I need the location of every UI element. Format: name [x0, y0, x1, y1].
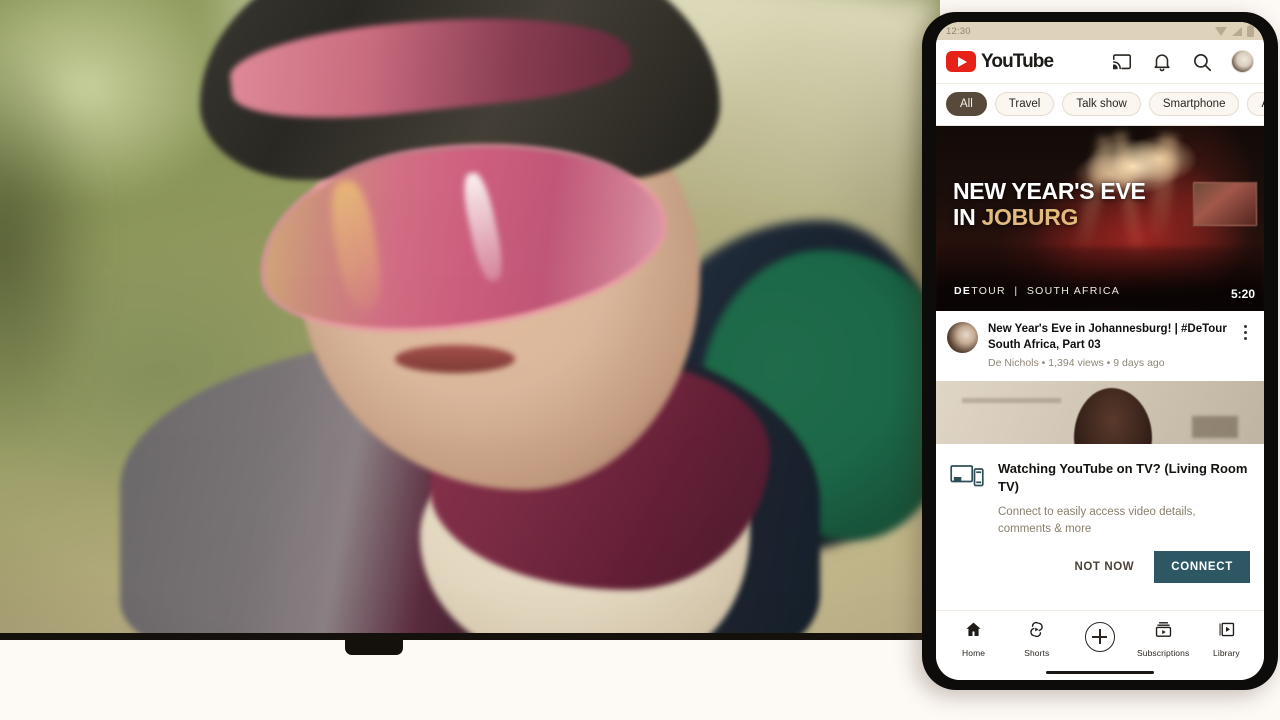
television — [0, 0, 940, 640]
brand-region: SOUTH AFRICA — [1026, 285, 1121, 297]
kebab-menu-icon[interactable] — [1237, 322, 1253, 369]
tv-vignette — [0, 0, 940, 633]
youtube-play-icon — [946, 51, 976, 72]
thumbnail-brand-line: DETOUR | SOUTH AFRICA — [954, 285, 1120, 297]
nav-item-subscriptions[interactable]: Subscriptions — [1135, 620, 1191, 658]
chip-all[interactable]: All — [946, 92, 987, 116]
video-metadata-row[interactable]: New Year's Eve in Johannesburg! | #DeTou… — [936, 311, 1264, 382]
brand-divider: | — [1014, 285, 1019, 297]
home-icon — [964, 620, 983, 644]
nav-label-subscriptions: Subscriptions — [1136, 648, 1190, 658]
tv-stand — [345, 640, 403, 655]
thumbnail-headline-highlight: JOBURG — [981, 204, 1079, 231]
nav-item-shorts[interactable]: Shorts — [1009, 620, 1065, 658]
stage-video-wall — [1193, 182, 1257, 226]
thumbnail-headline-line2: IN JOBURG — [953, 204, 1079, 231]
room-shelf — [962, 397, 1061, 403]
status-bar-icons — [1215, 23, 1254, 37]
screenshot-stage: 12:30 YouTube All Travel Talk show Smart… — [0, 0, 1280, 720]
tv-bottom-bezel — [0, 633, 940, 640]
video-thumbnail[interactable]: NEW YEAR'S EVE IN JOBURG DETOUR | SOUTH … — [936, 126, 1264, 311]
dialog-content-row: Watching YouTube on TV? (Living Room TV)… — [950, 460, 1250, 537]
header-icon-group — [1111, 50, 1254, 73]
youtube-wordmark: YouTube — [981, 50, 1054, 72]
nav-label-home: Home — [962, 648, 986, 658]
brand-rest: TOUR — [971, 285, 1006, 297]
search-icon[interactable] — [1191, 51, 1213, 73]
phone-screen: 12:30 YouTube All Travel Talk show Smart… — [936, 22, 1264, 680]
thumbnail-headline: NEW YEAR'S EVE IN JOBURG — [953, 178, 1146, 230]
crowd-silhouette — [936, 247, 1264, 311]
room-object — [1191, 416, 1238, 439]
not-now-button[interactable]: NOT NOW — [1062, 552, 1146, 582]
account-avatar[interactable] — [1231, 50, 1254, 73]
video-text-block: New Year's Eve in Johannesburg! | #DeTou… — [988, 322, 1227, 369]
dialog-description: Connect to easily access video details, … — [998, 506, 1196, 535]
chip-talk-show[interactable]: Talk show — [1062, 92, 1141, 116]
bottom-navigation-wrapper: Home Shorts Subscriptions Library — [936, 610, 1264, 680]
dialog-body: Watching YouTube on TV? (Living Room TV)… — [998, 460, 1250, 537]
chip-smartphone[interactable]: Smartphone — [1148, 92, 1240, 116]
subscriptions-icon — [1154, 620, 1173, 644]
tv-screen — [0, 0, 940, 633]
youtube-logo[interactable]: YouTube — [946, 50, 1054, 73]
home-indicator[interactable] — [936, 664, 1264, 680]
youtube-app-header: YouTube — [936, 40, 1264, 84]
shorts-icon — [1027, 620, 1046, 644]
create-plus-icon — [1084, 622, 1115, 652]
chip-travel[interactable]: Travel — [994, 92, 1055, 116]
connect-button[interactable]: CONNECT — [1154, 551, 1250, 584]
status-bar: 12:30 — [936, 22, 1264, 40]
library-icon — [1217, 620, 1236, 644]
dialog-actions: NOT NOW CONNECT — [950, 551, 1250, 584]
wifi-icon — [1215, 26, 1227, 36]
cast-icon[interactable] — [1111, 51, 1133, 73]
nav-item-create[interactable] — [1072, 622, 1128, 658]
signal-icon — [1232, 26, 1242, 36]
category-chip-row[interactable]: All Travel Talk show Smartphone An — [936, 84, 1264, 126]
status-bar-time: 12:30 — [946, 25, 971, 37]
video-title: New Year's Eve in Johannesburg! | #DeTou… — [988, 323, 1227, 351]
channel-avatar[interactable] — [947, 322, 978, 353]
battery-icon — [1247, 23, 1254, 37]
brand-bold: DE — [954, 285, 972, 297]
notifications-bell-icon[interactable] — [1151, 51, 1173, 73]
dialog-title: Watching YouTube on TV? (Living Room TV) — [998, 461, 1248, 494]
second-video-thumbnail[interactable] — [936, 381, 1264, 445]
connect-to-tv-dialog: Watching YouTube on TV? (Living Room TV)… — [936, 444, 1264, 594]
tv-and-phone-icon — [950, 460, 986, 537]
phone-device: 12:30 YouTube All Travel Talk show Smart… — [922, 12, 1278, 690]
nav-label-shorts: Shorts — [1024, 648, 1050, 658]
video-subtitle: De Nichols • 1,394 views • 9 days ago — [988, 357, 1165, 370]
bottom-navigation: Home Shorts Subscriptions Library — [936, 610, 1264, 664]
thumbnail-headline-line1: NEW YEAR'S EVE — [953, 178, 1146, 204]
video-duration-badge: 5:20 — [1230, 287, 1255, 301]
chip-partial[interactable]: An — [1247, 92, 1264, 116]
nav-item-library[interactable]: Library — [1198, 620, 1254, 658]
nav-item-home[interactable]: Home — [946, 620, 1002, 658]
nav-label-library: Library — [1213, 648, 1240, 658]
